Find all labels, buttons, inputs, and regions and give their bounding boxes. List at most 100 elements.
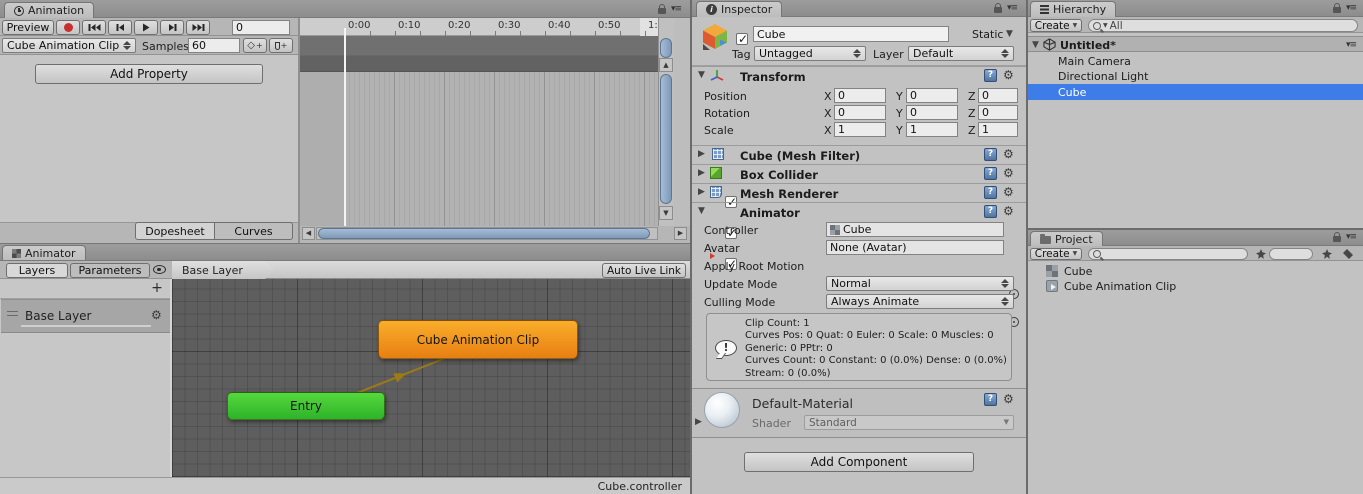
next-frame-button[interactable] — [160, 20, 184, 35]
update-mode-dropdown[interactable]: Normal — [826, 276, 1014, 291]
record-button[interactable] — [56, 20, 80, 35]
timeline-zoom-handle[interactable] — [660, 38, 672, 58]
state-node-clip[interactable]: Cube Animation Clip — [378, 320, 578, 359]
project-item-controller[interactable]: Cube — [1028, 264, 1363, 279]
panel-menu-icon[interactable]: ▾≡ — [1346, 3, 1356, 13]
position-y-field[interactable]: 0 — [906, 88, 958, 103]
playhead[interactable] — [344, 28, 346, 226]
layer-gear-icon[interactable]: ⚙ — [151, 309, 162, 321]
gear-icon[interactable]: ⚙ — [1003, 167, 1014, 179]
gear-icon[interactable]: ⚙ — [1003, 205, 1014, 217]
scroll-right-button[interactable]: ▶ — [674, 227, 687, 240]
tab-dopesheet[interactable]: Dopesheet — [135, 222, 215, 240]
avatar-field[interactable]: None (Avatar) — [826, 240, 1004, 255]
position-x-field[interactable]: 0 — [834, 88, 886, 103]
help-icon[interactable]: ? — [984, 167, 997, 180]
rotation-y-field[interactable]: 0 — [906, 105, 958, 120]
preview-button[interactable]: Preview — [2, 20, 54, 35]
gear-icon[interactable]: ⚙ — [1003, 69, 1014, 81]
layer-item-base-layer[interactable]: Base Layer ⚙ — [1, 299, 170, 333]
scale-z-field[interactable]: 1 — [978, 122, 1018, 137]
foldout-open-icon[interactable]: ▼ — [698, 207, 705, 216]
tag-dropdown[interactable]: Untagged — [754, 46, 866, 61]
help-icon[interactable]: ? — [984, 148, 997, 161]
material-foldout-icon[interactable]: ▶ — [695, 418, 702, 427]
auto-live-link-button[interactable]: Auto Live Link — [602, 263, 686, 278]
scale-y-field[interactable]: 1 — [906, 122, 958, 137]
gameobject-cube-icon[interactable] — [700, 21, 730, 51]
create-button[interactable]: Create ▼ — [1030, 248, 1082, 260]
lock-icon[interactable] — [1333, 236, 1341, 242]
add-event-button[interactable]: + — [269, 38, 293, 53]
panel-menu-icon[interactable]: ▾≡ — [671, 4, 681, 14]
lock-icon[interactable] — [1333, 7, 1341, 13]
drag-handle-icon[interactable] — [7, 311, 18, 316]
scroll-down-button[interactable]: ▼ — [659, 206, 673, 220]
eye-icon[interactable] — [153, 265, 166, 274]
tab-hierarchy[interactable]: Hierarchy — [1030, 1, 1116, 17]
layer-dropdown[interactable]: Default — [908, 46, 1014, 61]
tab-animator[interactable]: Animator — [2, 245, 86, 260]
hierarchy-search-field[interactable]: ▼ All — [1088, 19, 1358, 32]
gear-icon[interactable]: ⚙ — [1003, 393, 1014, 405]
gameobject-name-field[interactable] — [753, 26, 949, 42]
vertical-scrollbar-thumb[interactable] — [660, 74, 672, 204]
tab-project[interactable]: Project — [1030, 231, 1103, 246]
goto-end-button[interactable] — [186, 20, 210, 35]
foldout-open-icon[interactable]: ▼ — [698, 71, 705, 80]
position-z-field[interactable]: 0 — [978, 88, 1018, 103]
foldout-closed-icon[interactable]: ▶ — [698, 150, 705, 159]
static-dropdown-icon[interactable]: ▼ — [1006, 30, 1013, 39]
search-by-type-field[interactable] — [1269, 248, 1313, 260]
shader-dropdown[interactable]: Standard ▼ — [804, 415, 1014, 430]
help-icon[interactable]: ? — [984, 393, 997, 406]
hierarchy-item-main-camera[interactable]: Main Camera — [1028, 54, 1363, 69]
samples-field[interactable] — [188, 38, 240, 53]
help-icon[interactable]: ? — [984, 205, 997, 218]
lock-icon[interactable] — [658, 8, 666, 14]
clip-selector-dropdown[interactable]: Cube Animation Clip — [2, 38, 136, 53]
foldout-closed-icon[interactable]: ▶ — [698, 188, 705, 197]
gear-icon[interactable]: ⚙ — [1003, 148, 1014, 160]
tab-parameters[interactable]: Parameters — [70, 263, 150, 278]
add-component-button[interactable]: Add Component — [744, 452, 974, 472]
add-layer-button[interactable]: + — [148, 280, 166, 298]
tab-inspector[interactable]: i Inspector — [696, 1, 782, 17]
horizontal-scrollbar-thumb[interactable] — [318, 228, 650, 239]
help-icon[interactable]: ? — [984, 186, 997, 199]
current-frame-field[interactable] — [232, 20, 290, 35]
transition-arrow[interactable] — [172, 279, 690, 477]
help-icon[interactable]: ? — [984, 69, 997, 82]
breadcrumb[interactable]: Base Layer — [172, 261, 274, 279]
project-search-field[interactable] — [1088, 248, 1248, 260]
scale-x-field[interactable]: 1 — [834, 122, 886, 137]
active-checkbox[interactable] — [736, 33, 748, 45]
goto-start-button[interactable] — [82, 20, 106, 35]
lock-icon[interactable] — [994, 7, 1002, 13]
scroll-up-button[interactable]: ▲ — [659, 58, 673, 72]
panel-menu-icon[interactable]: ▾≡ — [1346, 232, 1356, 242]
tab-curves[interactable]: Curves — [215, 222, 293, 240]
hierarchy-item-directional-light[interactable]: Directional Light — [1028, 69, 1363, 84]
gear-icon[interactable]: ⚙ — [1003, 186, 1014, 198]
state-node-entry[interactable]: Entry — [227, 392, 385, 420]
add-property-button[interactable]: Add Property — [35, 64, 263, 84]
controller-field[interactable]: Cube — [826, 222, 1004, 237]
panel-menu-icon[interactable]: ▾≡ — [1007, 3, 1017, 13]
play-button[interactable] — [134, 20, 158, 35]
scene-foldout-icon[interactable]: ▼ — [1032, 41, 1039, 50]
rotation-x-field[interactable]: 0 — [834, 105, 886, 120]
foldout-closed-icon[interactable]: ▶ — [698, 169, 705, 178]
add-keyframe-button[interactable]: ◇+ — [243, 38, 267, 53]
create-button[interactable]: Create ▼ — [1030, 19, 1082, 32]
scene-menu-icon[interactable]: ▾≡ — [1346, 40, 1356, 50]
previous-frame-button[interactable] — [108, 20, 132, 35]
culling-mode-dropdown[interactable]: Always Animate — [826, 294, 1014, 309]
project-item-animation-clip[interactable]: Cube Animation Clip — [1028, 279, 1363, 294]
tab-animation[interactable]: Animation — [4, 2, 94, 18]
state-machine-graph[interactable]: Cube Animation Clip Entry — [172, 279, 690, 477]
tab-layers[interactable]: Layers — [6, 263, 68, 278]
scene-row[interactable]: ▼ Untitled* ▾≡ — [1028, 36, 1363, 52]
scroll-left-button[interactable]: ◀ — [302, 227, 315, 240]
rotation-z-field[interactable]: 0 — [978, 105, 1018, 120]
